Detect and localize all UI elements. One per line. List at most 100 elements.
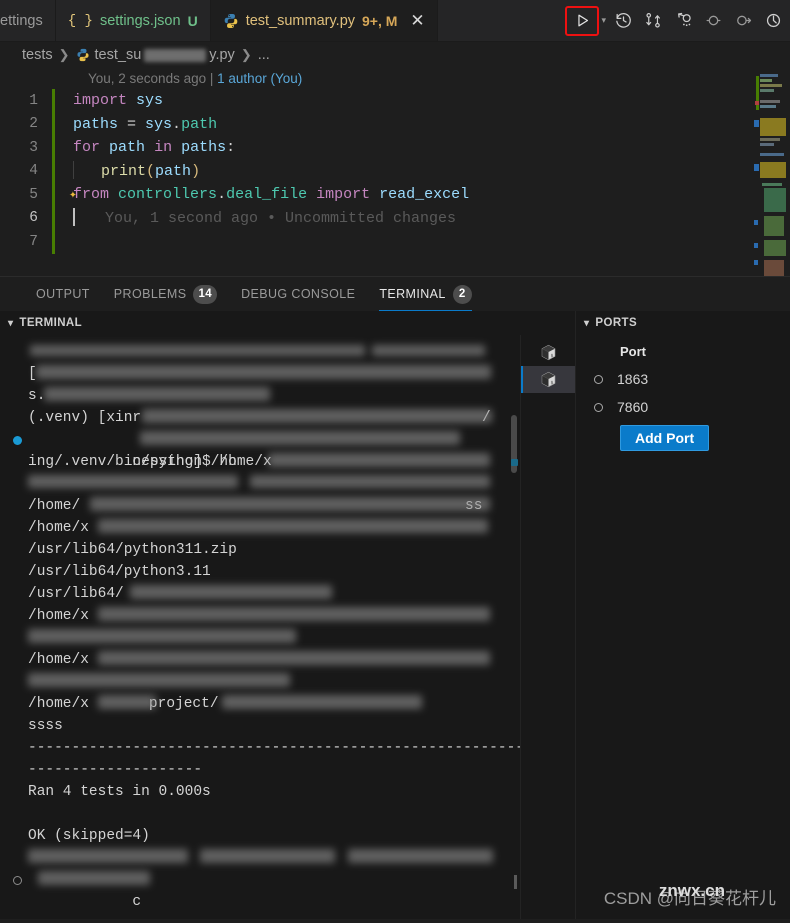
redacted-block bbox=[98, 607, 490, 621]
open-changes-button[interactable] bbox=[700, 8, 726, 34]
code-lines[interactable]: 1 import sys 2 paths = sys.path 3 for pa… bbox=[0, 89, 790, 254]
code-line[interactable]: 3 for path in paths: bbox=[0, 136, 790, 160]
line-number: 7 bbox=[29, 233, 38, 250]
run-python-file-button[interactable] bbox=[565, 5, 600, 36]
watermark-overlay: znwx.cn bbox=[658, 881, 725, 900]
tab-badge-unsaved: U bbox=[187, 12, 198, 29]
terminal-output[interactable]: / [ s. (.venv) [xinr cessing]$ /h s bbox=[0, 335, 520, 919]
code-line[interactable]: 5 ✦ from controllers.deal_file import rea… bbox=[0, 183, 790, 207]
terminal-line bbox=[0, 671, 520, 693]
code-text: import sys bbox=[73, 92, 164, 110]
tab-problems[interactable]: PROBLEMS 14 bbox=[102, 277, 229, 311]
terminal-instance-1[interactable]: $ bbox=[521, 339, 575, 366]
code-line[interactable]: 2 paths = sys.path bbox=[0, 112, 790, 136]
tab-terminal-label: TERMINAL bbox=[379, 287, 446, 301]
shell-cube-icon: $ bbox=[541, 371, 555, 388]
breadcrumb-root[interactable]: tests bbox=[22, 47, 53, 63]
breadcrumb[interactable]: tests ❯ test_su y.py ❯ ... bbox=[0, 42, 790, 68]
redacted-block bbox=[44, 387, 270, 401]
breadcrumb-file[interactable]: test_su y.py bbox=[76, 47, 235, 63]
code-line[interactable]: 4 print(path) bbox=[0, 159, 790, 183]
editor-tab-settings[interactable]: ettings bbox=[0, 0, 56, 41]
clock-button[interactable] bbox=[760, 8, 786, 34]
chevron-down-icon[interactable]: ▾ bbox=[8, 318, 13, 329]
code-editor[interactable]: You, 2 seconds ago | 1 author (You) 1 im… bbox=[0, 68, 790, 276]
clock-icon bbox=[766, 13, 780, 28]
split-editor-button[interactable] bbox=[670, 8, 696, 34]
chevron-right-icon: ❯ bbox=[58, 47, 70, 62]
tab-terminal[interactable]: TERMINAL 2 bbox=[367, 277, 483, 311]
ports-table: Port 1863 7860 Add Port bbox=[576, 335, 790, 451]
text-cursor bbox=[73, 208, 75, 227]
redacted-block bbox=[28, 475, 238, 488]
breadcrumb-ellipsis[interactable]: ... bbox=[258, 47, 270, 63]
terminal-line: /home/ bbox=[0, 495, 520, 517]
terminal-line: /usr/lib64/python3.11 bbox=[28, 564, 211, 580]
table-row[interactable]: 7860 bbox=[576, 393, 790, 421]
shell-cube-icon: $ bbox=[541, 344, 555, 361]
tab-label-settings-json: settings.json bbox=[99, 12, 181, 29]
tab-debug-console-label: DEBUG CONSOLE bbox=[241, 287, 356, 301]
chevron-right-icon: ❯ bbox=[240, 47, 252, 62]
code-line[interactable]: 7 bbox=[0, 230, 790, 254]
tab-output[interactable]: OUTPUT bbox=[24, 277, 102, 311]
code-line[interactable]: 1 import sys bbox=[0, 89, 790, 113]
terminal-scrollbar[interactable] bbox=[508, 335, 520, 919]
line-number: 1 bbox=[29, 92, 38, 109]
line-number: 3 bbox=[29, 139, 38, 156]
redacted-block bbox=[200, 849, 335, 863]
terminal-line: ing/.venv/bin/python /home/x bbox=[0, 451, 520, 473]
redacted-block bbox=[222, 695, 422, 709]
terminal-line: /usr/lib64/python311.zip bbox=[28, 542, 237, 558]
terminal-line: cessing]$ /h ss bbox=[0, 429, 520, 514]
code-text: print(path) bbox=[55, 161, 200, 180]
source-control-compare-button[interactable] bbox=[640, 8, 666, 34]
code-line[interactable]: 6 You, 1 second ago • Uncommitted change… bbox=[0, 206, 790, 230]
redacted-block bbox=[140, 431, 460, 445]
tab-debug-console[interactable]: DEBUG CONSOLE bbox=[229, 277, 367, 311]
timeline-history-button[interactable] bbox=[610, 8, 636, 34]
terminal-line: / bbox=[0, 341, 520, 426]
redacted-block bbox=[142, 409, 492, 423]
editor-tab-test-summary[interactable]: test_summary.py 9+, M ✕ bbox=[210, 0, 438, 41]
inline-blame-hint: You, 1 second ago • Uncommitted changes bbox=[105, 210, 457, 228]
git-blame-separator: | bbox=[209, 71, 214, 86]
copilot-sparkle-icon[interactable]: ✦ bbox=[69, 187, 77, 202]
terminal-line: [ bbox=[0, 363, 520, 385]
command-decoration-icon[interactable] bbox=[13, 436, 22, 445]
terminal-line: s. bbox=[0, 385, 520, 407]
compare-changes-icon bbox=[645, 13, 660, 28]
chevron-down-icon[interactable]: ▾ bbox=[601, 15, 606, 26]
line-number: 2 bbox=[29, 116, 38, 133]
terminal-section-header[interactable]: ▾ TERMINAL bbox=[0, 311, 575, 335]
terminal-line: ssss bbox=[28, 718, 63, 734]
terminal-line: ----------------------------------------… bbox=[28, 740, 520, 756]
editor-tab-settings-json[interactable]: { } settings.json U bbox=[56, 0, 211, 41]
git-blame-author[interactable]: 1 author (You) bbox=[217, 71, 302, 86]
command-decoration-icon[interactable] bbox=[13, 876, 22, 885]
redacted-block bbox=[98, 695, 156, 709]
tab-label-test-summary: test_summary.py bbox=[245, 12, 356, 29]
editor-actions-toolbar: ▾ bbox=[555, 0, 790, 41]
terminal-section-title: TERMINAL bbox=[19, 317, 83, 329]
go-to-button[interactable] bbox=[730, 8, 756, 34]
add-port-button[interactable]: Add Port bbox=[620, 425, 710, 451]
terminal-instance-2[interactable]: $ bbox=[521, 366, 575, 393]
terminal-line: c bbox=[0, 869, 520, 910]
close-icon[interactable]: ✕ bbox=[410, 12, 424, 29]
terminal-line: /home/x bbox=[0, 649, 520, 671]
code-text: paths = sys.path bbox=[73, 115, 218, 133]
python-icon bbox=[223, 13, 239, 29]
line-number: 4 bbox=[29, 163, 38, 180]
table-row[interactable]: 1863 bbox=[576, 365, 790, 393]
chevron-down-icon[interactable]: ▾ bbox=[584, 318, 589, 329]
port-status-icon bbox=[594, 374, 603, 384]
terminal-line bbox=[0, 847, 520, 869]
editor-tab-bar: ettings { } settings.json U test_summary… bbox=[0, 0, 790, 42]
terminal-line: -------------------- bbox=[28, 762, 203, 778]
terminal-instance-list[interactable]: $ $ bbox=[520, 335, 575, 919]
editor-minimap[interactable] bbox=[746, 68, 790, 276]
ports-section-header[interactable]: ▾ PORTS bbox=[576, 311, 790, 335]
python-icon bbox=[76, 48, 89, 62]
